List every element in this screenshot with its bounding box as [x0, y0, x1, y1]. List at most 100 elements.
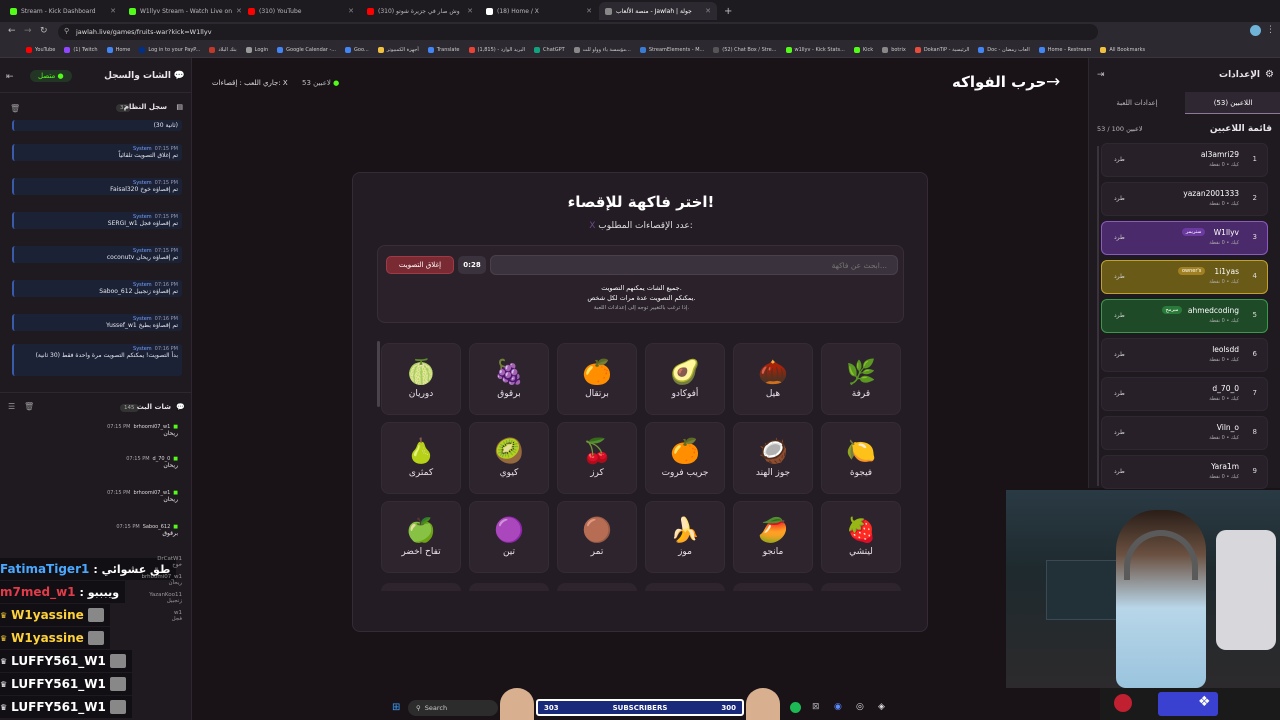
windows-start-icon[interactable]: ⊞ [392, 702, 400, 713]
bookmark-item[interactable]: البريد الوارد - (1,815) [468, 46, 525, 53]
menu-icon[interactable]: ⋮ [1266, 25, 1275, 35]
forward-icon[interactable]: → [24, 26, 32, 36]
fruit-grid-next-row [381, 583, 901, 591]
fruit-card[interactable]: 🍒 كرز [557, 422, 637, 494]
list-icon[interactable]: ☰ [8, 402, 15, 411]
collapse-right-icon[interactable]: ⇥ [1097, 70, 1105, 80]
close-tab-icon[interactable]: ✕ [467, 7, 473, 15]
bookmark-item[interactable]: Google Calendar -... [277, 46, 336, 53]
fruit-card[interactable]: 🍐 كمثرى [381, 422, 461, 494]
bookmark-item[interactable]: YouTube [26, 46, 55, 53]
site-info-icon[interactable]: ⚲ [64, 27, 69, 35]
fruit-card[interactable]: 🌰 هيل [733, 343, 813, 415]
arrow-right-icon[interactable]: → [1046, 72, 1060, 92]
bookmark-item[interactable]: Translate [427, 46, 460, 53]
close-vote-button[interactable]: إغلاق التصويت [386, 256, 454, 274]
scrollbar[interactable] [1097, 146, 1099, 486]
fruit-card-partial[interactable] [733, 583, 813, 591]
fruit-card[interactable]: 🥝 كيوي [469, 422, 549, 494]
tab-players[interactable]: اللاعبين (53) [1185, 92, 1280, 114]
player-name: yazan2001333 [1183, 189, 1239, 198]
kick-player-button[interactable]: طرد [1114, 429, 1125, 436]
trash-icon[interactable]: 🗑 [10, 104, 20, 113]
fruit-card[interactable]: 🍇 برقوق [469, 343, 549, 415]
kick-player-button[interactable]: طرد [1114, 390, 1125, 397]
overlay-user: LUFFY561_W1 [11, 654, 106, 668]
kick-player-button[interactable]: طرد [1114, 351, 1125, 358]
kick-player-button[interactable]: طرد [1114, 312, 1125, 319]
fruit-card-partial[interactable] [381, 583, 461, 591]
kick-player-button[interactable]: طرد [1114, 468, 1125, 475]
xbox-icon[interactable]: ⊠ [812, 702, 820, 712]
app-icon[interactable]: ◈ [878, 702, 885, 712]
fruit-search-input[interactable] [490, 255, 898, 275]
fruit-card[interactable]: 🍋 فيجوة [821, 422, 901, 494]
fruit-card[interactable]: 🥥 جوز الهند [733, 422, 813, 494]
bookmark-item[interactable]: All Bookmarks [1100, 46, 1145, 53]
profile-avatar[interactable] [1250, 25, 1261, 36]
close-tab-icon[interactable]: ✕ [586, 7, 592, 15]
kick-player-button[interactable]: طرد [1114, 156, 1125, 163]
kick-player-button[interactable]: طرد [1114, 195, 1125, 202]
kick-player-button[interactable]: طرد [1114, 234, 1125, 241]
bookmark-item[interactable]: (52) Chat Box / Stre... [713, 46, 777, 53]
bookmark-item[interactable]: DokanTiP - الرئيسية [914, 46, 969, 53]
bookmark-item[interactable]: مؤسسة ياء وواو للت... [573, 46, 631, 53]
bookmark-item[interactable]: أجهزة الكمبيوتر [377, 46, 419, 53]
fruit-card[interactable]: 🍌 موز [645, 501, 725, 573]
fruit-card-partial[interactable] [821, 583, 901, 591]
fruit-card[interactable]: 🟤 تمر [557, 501, 637, 573]
browser-tab[interactable]: Stream - Kick Dashboard ✕ [4, 2, 122, 20]
browser-tab[interactable]: (310) YouTube ✕ [242, 2, 360, 20]
fruit-card[interactable]: 🌿 قرفة [821, 343, 901, 415]
bookmark-item[interactable]: Home - Restream [1038, 46, 1091, 53]
fruit-card[interactable]: 🍏 تفاح اخضر [381, 501, 461, 573]
fruit-card-partial[interactable] [469, 583, 549, 591]
close-tab-icon[interactable]: ✕ [110, 7, 116, 15]
fruit-card[interactable]: 🥑 أفوكادو [645, 343, 725, 415]
browser-tab[interactable]: (310) وش صار في جزيرة شوتو ✕ [361, 2, 479, 20]
trash-icon[interactable]: 🗑 [24, 402, 34, 411]
reload-icon[interactable]: ↻ [40, 26, 48, 36]
close-tab-icon[interactable]: ✕ [236, 7, 241, 15]
new-tab-icon[interactable]: + [724, 6, 732, 17]
bookmark-item[interactable]: botrix [882, 46, 906, 53]
chrome-icon[interactable]: ◎ [856, 702, 864, 712]
fruit-card-partial[interactable] [645, 583, 725, 591]
bookmark-item[interactable]: بنك البلاد [209, 46, 237, 53]
chat-text: زنجبيل [166, 598, 182, 604]
spotify-icon[interactable] [790, 702, 801, 713]
player-row: 6 leolsdd كيك • 0 نقطة طرد [1101, 338, 1268, 372]
bookmark-item[interactable]: Home [106, 46, 130, 53]
bookmark-item[interactable]: StreamElements - M... [639, 46, 704, 53]
bookmark-item[interactable]: ChatGPT [534, 46, 565, 53]
bookmark-icon [853, 46, 860, 53]
collapse-left-icon[interactable]: ⇤ [6, 72, 14, 82]
back-icon[interactable]: ← [8, 26, 16, 36]
bookmark-item[interactable]: Log in to your PayP... [139, 46, 200, 53]
browser-tab[interactable]: (18) Home / X ✕ [480, 2, 598, 20]
bookmark-item[interactable]: Login [245, 46, 268, 53]
kick-player-button[interactable]: طرد [1114, 273, 1125, 280]
fruit-card[interactable]: 🍈 دوريان [381, 343, 461, 415]
taskbar-search[interactable]: ⚲ Search [408, 700, 498, 716]
bookmark-item[interactable]: (1) Twitch [64, 46, 98, 53]
fruit-card-partial[interactable] [557, 583, 637, 591]
browser-tab[interactable]: منصة الألعاب - Jawlah | جولة ✕ [599, 2, 717, 20]
bookmark-item[interactable]: Kick [853, 46, 873, 53]
fruit-card[interactable]: 🥭 مانجو [733, 501, 813, 573]
fruit-card[interactable]: 🍊 برتقال [557, 343, 637, 415]
fruit-card[interactable]: 🍓 ليتشي [821, 501, 901, 573]
scrollbar[interactable] [377, 341, 380, 407]
bookmark-item[interactable]: Goo... [345, 46, 369, 53]
bookmark-item[interactable]: Doc - العاب رمضان [978, 46, 1030, 53]
browser-tab[interactable]: W1llyv Stream - Watch Live on ✕ [123, 2, 241, 20]
close-tab-icon[interactable]: ✕ [348, 7, 354, 15]
discord-icon[interactable]: ◉ [834, 702, 842, 712]
bookmark-item[interactable]: w1llyv - Kick Stats... [785, 46, 845, 53]
close-tab-icon[interactable]: ✕ [705, 7, 711, 15]
fruit-card[interactable]: 🍊 جريب فروت [645, 422, 725, 494]
url-input[interactable]: ⚲ jawlah.live/games/fruits-war?kick=W1ll… [58, 24, 1098, 40]
tab-game-settings[interactable]: إعدادات اللعبة [1089, 92, 1185, 114]
fruit-card[interactable]: 🟣 تين [469, 501, 549, 573]
